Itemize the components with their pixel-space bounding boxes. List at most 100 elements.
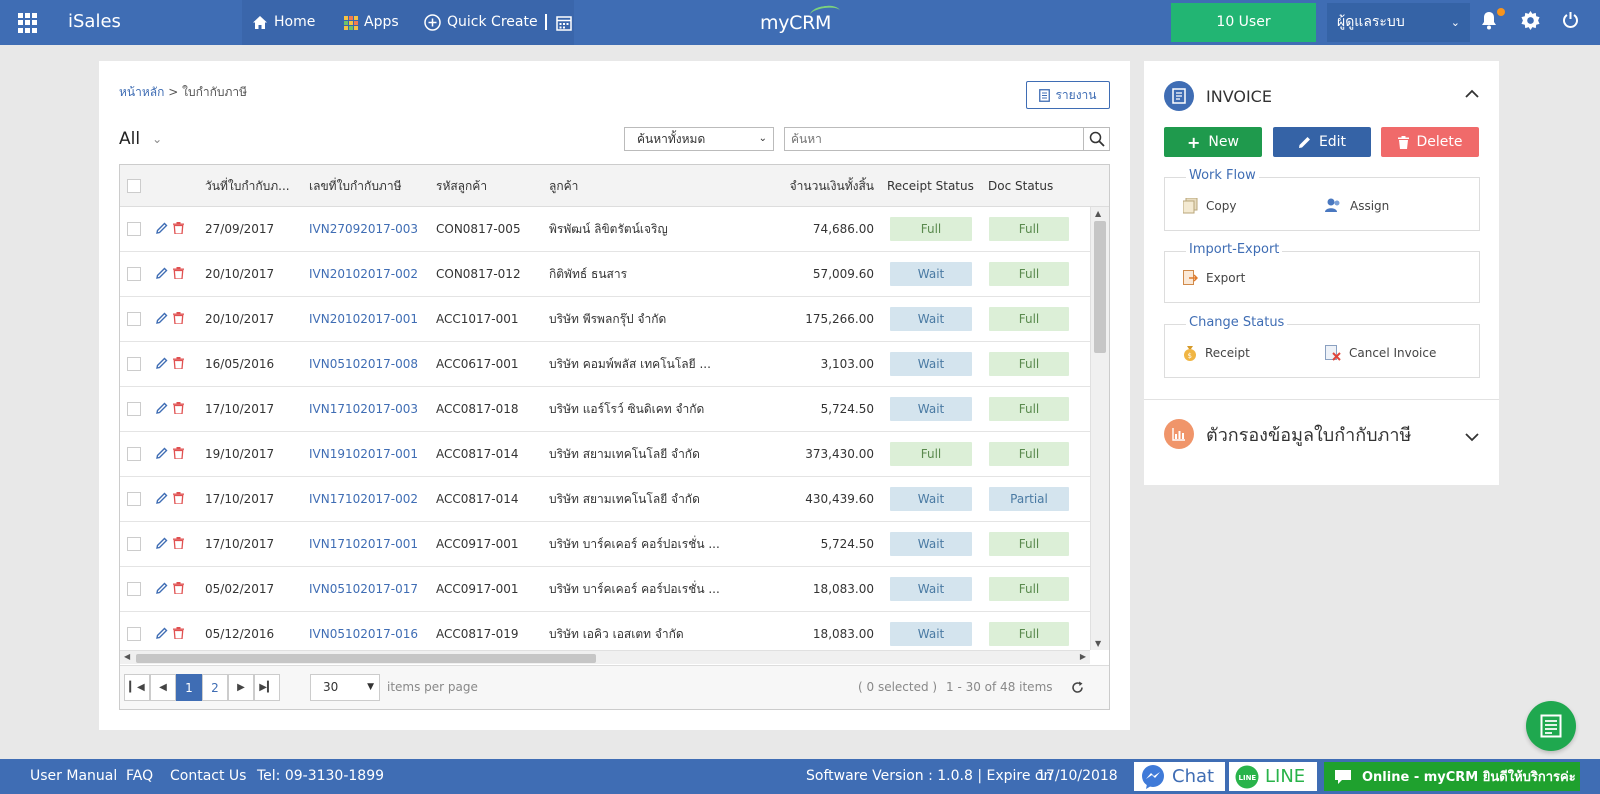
pencil-icon[interactable] bbox=[156, 357, 168, 369]
search-scope-select[interactable]: ค้นหาทั้งหมด ⌄ bbox=[624, 127, 774, 151]
cell-invoice-number[interactable]: IVN05102017-017 bbox=[309, 567, 429, 612]
line-button[interactable]: LINE LINE bbox=[1229, 762, 1317, 791]
brand-name[interactable]: iSales bbox=[68, 11, 121, 32]
faq-link[interactable]: FAQ bbox=[126, 759, 153, 794]
online-chat-button[interactable]: Online - myCRM ยินดีให้บริการค่ะ bbox=[1324, 762, 1580, 791]
table-row[interactable]: 17/10/2017 IVN17102017-003 ACC0817-018 บริษ… bbox=[120, 387, 1090, 432]
chevron-up-icon[interactable] bbox=[1465, 87, 1479, 102]
quick-create-menu-item[interactable]: Quick Create bbox=[424, 0, 538, 45]
scroll-down-arrow[interactable]: ▼ bbox=[1095, 639, 1101, 648]
pencil-icon[interactable] bbox=[156, 627, 168, 639]
page-2-button[interactable]: 2 bbox=[202, 674, 228, 701]
cell-invoice-number[interactable]: IVN05102017-016 bbox=[309, 612, 429, 650]
home-menu-item[interactable]: Home bbox=[252, 0, 315, 45]
column-header-doc-status[interactable]: Doc Status bbox=[988, 165, 1083, 207]
trash-icon[interactable] bbox=[173, 222, 184, 234]
pencil-icon[interactable] bbox=[156, 492, 168, 504]
table-row[interactable]: 17/10/2017 IVN17102017-002 ACC0817-014 บริษ… bbox=[120, 477, 1090, 522]
column-header-receipt-status[interactable]: Receipt Status bbox=[887, 165, 982, 207]
trash-icon[interactable] bbox=[173, 582, 184, 594]
cancel-invoice-action[interactable]: Cancel Invoice bbox=[1325, 345, 1436, 361]
new-button[interactable]: + New bbox=[1164, 127, 1262, 157]
pencil-icon[interactable] bbox=[156, 447, 168, 459]
admin-select[interactable]: ผู้ดูแลระบบ ⌄ bbox=[1327, 3, 1470, 42]
prev-page-button[interactable]: ◀ bbox=[150, 674, 176, 701]
row-checkbox[interactable] bbox=[127, 582, 141, 596]
next-page-button[interactable]: ▶ bbox=[228, 674, 254, 701]
refresh-icon[interactable] bbox=[1071, 681, 1084, 698]
table-row[interactable]: 16/05/2016 IVN05102017-008 ACC0617-001 บริษ… bbox=[120, 342, 1090, 387]
row-checkbox[interactable] bbox=[127, 312, 141, 326]
row-checkbox[interactable] bbox=[127, 267, 141, 281]
scrollbar-thumb[interactable] bbox=[136, 654, 596, 663]
column-header-customer[interactable]: ลูกค้า bbox=[549, 165, 669, 207]
scroll-up-arrow[interactable]: ▲ bbox=[1095, 209, 1101, 218]
trash-icon[interactable] bbox=[173, 627, 184, 639]
scroll-left-arrow[interactable]: ◀ bbox=[124, 652, 130, 661]
table-row[interactable]: 17/10/2017 IVN17102017-001 ACC0917-001 บริษ… bbox=[120, 522, 1090, 567]
row-checkbox[interactable] bbox=[127, 447, 141, 461]
items-per-page-select[interactable]: 30 ▼ bbox=[310, 674, 380, 701]
app-grid-icon[interactable] bbox=[18, 13, 38, 33]
table-row[interactable]: 20/10/2017 IVN20102017-001 ACC1017-001 บริษ… bbox=[120, 297, 1090, 342]
row-checkbox[interactable] bbox=[127, 537, 141, 551]
table-row[interactable]: 20/10/2017 IVN20102017-002 CON0817-012 กิติ… bbox=[120, 252, 1090, 297]
pencil-icon[interactable] bbox=[156, 312, 168, 324]
table-row[interactable]: 05/12/2016 IVN05102017-016 ACC0817-019 บริษ… bbox=[120, 612, 1090, 650]
trash-icon[interactable] bbox=[173, 402, 184, 414]
trash-icon[interactable] bbox=[173, 312, 184, 324]
row-checkbox[interactable] bbox=[127, 492, 141, 506]
edit-button[interactable]: Edit bbox=[1273, 127, 1371, 157]
receipt-action[interactable]: $ Receipt bbox=[1183, 345, 1250, 361]
apps-menu-item[interactable]: Apps bbox=[344, 0, 399, 45]
contact-link[interactable]: Contact Us bbox=[170, 759, 246, 794]
power-icon[interactable] bbox=[1562, 11, 1579, 34]
users-button[interactable]: 10 User bbox=[1171, 3, 1316, 42]
breadcrumb-home[interactable]: หน้าหลัก bbox=[119, 85, 164, 99]
cell-invoice-number[interactable]: IVN17102017-001 bbox=[309, 522, 429, 567]
table-row[interactable]: 19/10/2017 IVN19102017-001 ACC0817-014 บริษ… bbox=[120, 432, 1090, 477]
vertical-scrollbar[interactable]: ▲ ▼ bbox=[1090, 207, 1109, 650]
gear-icon[interactable] bbox=[1521, 11, 1540, 35]
trash-icon[interactable] bbox=[173, 357, 184, 369]
view-filter-select[interactable]: All ⌄ bbox=[119, 129, 162, 149]
cell-invoice-number[interactable]: IVN20102017-002 bbox=[309, 252, 429, 297]
trash-icon[interactable] bbox=[173, 267, 184, 279]
column-header-date[interactable]: วันที่ใบกำกับภ... bbox=[205, 165, 305, 207]
export-action[interactable]: Export bbox=[1183, 270, 1245, 286]
column-header-customer-code[interactable]: รหัสลูกค้า bbox=[436, 165, 536, 207]
delete-button[interactable]: Delete bbox=[1381, 127, 1479, 157]
table-row[interactable]: 05/02/2017 IVN05102017-017 ACC0917-001 บริษ… bbox=[120, 567, 1090, 612]
pencil-icon[interactable] bbox=[156, 402, 168, 414]
first-page-button[interactable]: ▎◀ bbox=[124, 674, 150, 701]
table-row[interactable]: 27/09/2017 IVN27092017-003 CON0817-005 พิรพ… bbox=[120, 207, 1090, 252]
filter-section-header[interactable]: ตัวกรองข้อมูลใบกำกับภาษี bbox=[1164, 419, 1411, 449]
page-1-button[interactable]: 1 bbox=[176, 674, 202, 701]
pencil-icon[interactable] bbox=[156, 582, 168, 594]
pencil-icon[interactable] bbox=[156, 222, 168, 234]
column-header-total[interactable]: จำนวนเงินทั้งสิ้น bbox=[778, 165, 874, 207]
cell-invoice-number[interactable]: IVN20102017-001 bbox=[309, 297, 429, 342]
pencil-icon[interactable] bbox=[156, 537, 168, 549]
cell-invoice-number[interactable]: IVN05102017-008 bbox=[309, 342, 429, 387]
horizontal-scrollbar[interactable]: ◀ ▶ bbox=[120, 650, 1090, 664]
cell-invoice-number[interactable]: IVN27092017-003 bbox=[309, 207, 429, 252]
cell-invoice-number[interactable]: IVN19102017-001 bbox=[309, 432, 429, 477]
row-checkbox[interactable] bbox=[127, 402, 141, 416]
cell-invoice-number[interactable]: IVN17102017-002 bbox=[309, 477, 429, 522]
row-checkbox[interactable] bbox=[127, 222, 141, 236]
copy-action[interactable]: Copy bbox=[1183, 198, 1236, 214]
row-checkbox[interactable] bbox=[127, 357, 141, 371]
trash-icon[interactable] bbox=[173, 537, 184, 549]
row-checkbox[interactable] bbox=[127, 627, 141, 641]
notes-fab-button[interactable] bbox=[1526, 701, 1576, 751]
scroll-right-arrow[interactable]: ▶ bbox=[1080, 652, 1086, 661]
pencil-icon[interactable] bbox=[156, 267, 168, 279]
search-input[interactable] bbox=[784, 127, 1084, 151]
chat-button[interactable]: Chat bbox=[1134, 762, 1225, 791]
calendar-button[interactable] bbox=[556, 0, 572, 45]
cell-invoice-number[interactable]: IVN17102017-003 bbox=[309, 387, 429, 432]
chevron-down-icon[interactable] bbox=[1465, 431, 1479, 446]
bell-icon[interactable] bbox=[1480, 11, 1498, 35]
column-header-number[interactable]: เลขที่ใบกำกับภาษี bbox=[309, 165, 429, 207]
